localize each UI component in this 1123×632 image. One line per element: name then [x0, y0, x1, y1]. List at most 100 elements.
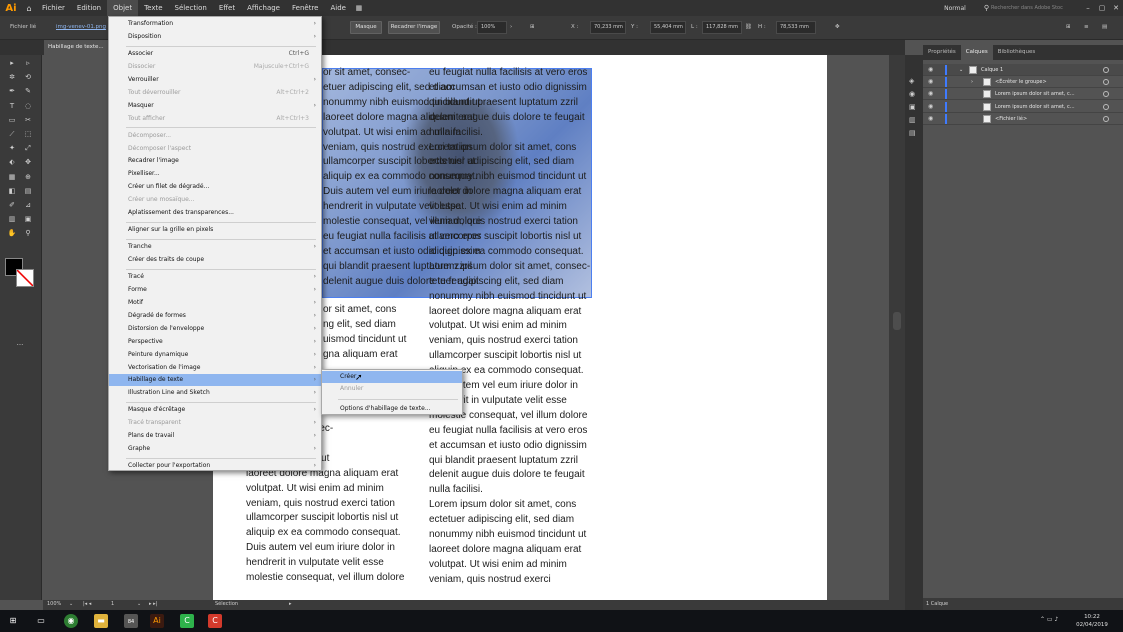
windows-start-icon[interactable]: ⊞ — [6, 614, 20, 628]
type-tool-icon[interactable]: T — [6, 101, 18, 112]
hand-tool-icon[interactable]: ✋ — [6, 228, 18, 239]
graph-icon[interactable]: ▥ — [6, 214, 18, 225]
selection-tool-icon[interactable]: ▸ — [6, 58, 18, 69]
curvature-tool-icon[interactable]: ✎ — [22, 86, 34, 97]
sublayer-row[interactable]: ◉ › <Écrêter le groupe> — [923, 76, 1123, 89]
menu-selection[interactable]: Sélection — [169, 0, 213, 16]
link-proportions-icon[interactable]: ⛓ — [745, 22, 752, 33]
zoom-level[interactable]: 100% — [47, 601, 61, 607]
eyedropper-icon[interactable]: ✐ — [6, 200, 18, 211]
visibility-eye-icon[interactable]: ◉ — [928, 64, 933, 76]
expand-chevron-icon[interactable]: › — [971, 76, 973, 88]
document-tab[interactable]: Habillage de texte... — [44, 40, 114, 55]
direct-selection-tool-icon[interactable]: ▹ — [22, 58, 34, 69]
minimize-button[interactable]: – — [1081, 4, 1095, 12]
menu-aide[interactable]: Aide — [324, 0, 351, 16]
menu-effet[interactable]: Effet — [213, 0, 241, 16]
menu-edition[interactable]: Edition — [71, 0, 107, 16]
y-field[interactable]: 55,404 mm — [650, 21, 686, 34]
close-button[interactable]: ✕ — [1109, 4, 1123, 12]
panel-menu-icon[interactable]: ≡ — [1084, 22, 1089, 33]
menu-texte[interactable]: Texte — [138, 0, 168, 16]
menu-item-masque-d-ecretage[interactable]: Masque d'écrêtage › — [109, 404, 321, 416]
menu-item-habillage-de-texte[interactable]: Habillage de texte › — [109, 374, 321, 387]
stroke-color-swatch[interactable] — [16, 269, 34, 287]
rectangle-tool-icon[interactable]: ▭ — [6, 115, 18, 126]
scale-icon[interactable]: ⤢ — [22, 143, 34, 154]
x-field[interactable]: 70,233 mm — [590, 21, 626, 34]
menu-item-masquer[interactable]: Masquer › — [109, 100, 321, 112]
menu-affichage[interactable]: Affichage — [241, 0, 286, 16]
menu-item-pixelliser[interactable]: Pixelliser... — [109, 168, 321, 180]
linked-file-link[interactable]: img-venev-01.png — [56, 22, 106, 33]
properties-icon[interactable]: ◈ — [909, 77, 914, 85]
crop-image-button[interactable]: Recadrer l'image — [388, 21, 440, 34]
zoom-tool-icon[interactable]: ⚲ — [22, 228, 34, 239]
menu-item-illustration-line-and-sketch[interactable]: Illustration Line and Sketch › — [109, 387, 321, 399]
shape-builder-icon[interactable]: ⊕ — [22, 172, 34, 183]
height-field[interactable]: 78,533 mm — [776, 21, 816, 34]
menu-item-aplatissement-des-transparences[interactable]: Aplatissement des transparences... — [109, 207, 321, 219]
mask-button[interactable]: Masque — [350, 21, 382, 34]
text-column-right[interactable]: eu feugiat nulla facilisis at vero eros … — [429, 66, 590, 588]
status-menu-icon[interactable]: ▸ — [289, 601, 292, 607]
layers-icon[interactable]: ◉ — [909, 90, 915, 98]
align-icon[interactable]: ⊞ — [530, 22, 535, 33]
illustrator-taskbar-icon[interactable]: Ai — [150, 614, 164, 628]
menu-item-degrade-de-formes[interactable]: Dégradé de formes › — [109, 310, 321, 322]
target-circle-icon[interactable] — [1103, 115, 1109, 122]
menu-item-collecter-pour-l-exportation[interactable]: Collecter pour l'exportation › — [109, 460, 321, 472]
menu-fichier[interactable]: Fichier — [36, 0, 71, 16]
chevron-down-icon[interactable]: ⌄ — [137, 601, 141, 607]
magic-wand-icon[interactable]: ✲ — [6, 72, 18, 83]
home-icon[interactable]: ⌂ — [22, 4, 36, 13]
prev-artboard-icon[interactable]: |◂ ◂ — [83, 601, 91, 607]
chart-icon[interactable]: ▤ — [22, 186, 34, 197]
visibility-eye-icon[interactable]: ◉ — [928, 101, 933, 113]
workspace-grid-icon[interactable]: ▦ — [352, 4, 366, 12]
menu-item-graphe[interactable]: Graphe › — [109, 443, 321, 455]
blend-icon[interactable]: ⊿ — [22, 200, 34, 211]
panel-tab-calques[interactable]: Calques — [960, 45, 993, 60]
scissors-icon[interactable]: ✂ — [22, 115, 34, 126]
chrome-icon[interactable]: ◉ — [64, 614, 78, 628]
chevron-right-icon[interactable]: › — [510, 22, 512, 33]
menu-item-motif[interactable]: Motif › — [109, 297, 321, 309]
menu-item-transformation[interactable]: Transformation › — [109, 18, 321, 30]
ellipse-tool-icon[interactable]: ◌ — [22, 101, 34, 112]
more-options-icon[interactable]: ▤ — [1102, 22, 1107, 33]
system-tray-icons[interactable]: ⌃ ▭ ♪ — [1040, 616, 1058, 623]
target-circle-icon[interactable] — [1103, 91, 1109, 98]
swatches-icon[interactable]: ▥ — [909, 116, 916, 124]
next-artboard-icon[interactable]: ▸ ▸| — [149, 601, 157, 607]
maximize-button[interactable]: ▢ — [1095, 4, 1109, 12]
visibility-eye-icon[interactable]: ◉ — [928, 88, 933, 100]
panel-tab-bibliotheques[interactable]: Bibliothèques — [993, 45, 1040, 60]
opacity-field[interactable]: 100% — [477, 21, 507, 34]
menu-item-recadrer-l-image[interactable]: Recadrer l'image — [109, 155, 321, 167]
menu-fenetre[interactable]: Fenêtre — [286, 0, 324, 16]
camtasia-green-icon[interactable]: C — [180, 614, 194, 628]
artboard-icon[interactable]: ⬚ — [22, 129, 34, 140]
menu-item-disposition[interactable]: Disposition › — [109, 31, 321, 43]
submenu-item-creer[interactable]: Créer — [322, 371, 462, 383]
taskbar-clock[interactable]: 10:22 02/04/2019 — [1067, 613, 1117, 629]
workspace-switcher[interactable]: Normal — [944, 5, 966, 12]
panel-tab-proprietes[interactable]: Propriétés — [923, 45, 961, 60]
sublayer-row[interactable]: ◉ Lorem ipsum dolor sit amet, c... — [923, 101, 1123, 113]
more-tools-icon[interactable]: ··· — [14, 340, 26, 351]
app-icon-badge[interactable]: 84 — [124, 614, 138, 628]
target-circle-icon[interactable] — [1103, 67, 1109, 73]
pen-tool-icon[interactable]: ✒ — [6, 86, 18, 97]
camtasia-red-icon[interactable]: C — [208, 614, 222, 628]
menu-objet[interactable]: Objet — [107, 0, 139, 16]
task-view-icon[interactable]: ▭ — [34, 614, 48, 628]
slice-icon[interactable]: ▣ — [22, 214, 34, 225]
mesh-icon[interactable]: ▦ — [6, 172, 18, 183]
menu-item-forme[interactable]: Forme › — [109, 284, 321, 296]
libraries-icon[interactable]: ▣ — [909, 103, 916, 111]
menu-item-creer-un-filet-de-degrade[interactable]: Créer un filet de dégradé... — [109, 181, 321, 193]
menu-item-creer-des-traits-de-coupe[interactable]: Créer des traits de coupe — [109, 254, 321, 266]
submenu-item-options-d-habillage-de-texte[interactable]: Options d'habillage de texte... — [322, 403, 462, 415]
file-explorer-icon[interactable]: ▬ — [94, 614, 108, 628]
